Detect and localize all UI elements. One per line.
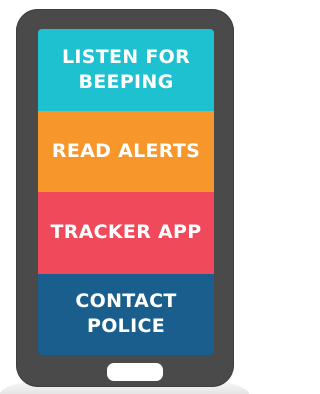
tile-tracker-app[interactable]: TRACKER APP (38, 192, 214, 274)
phone-illustration: LISTEN FOR BEEPING READ ALERTS TRACKER A… (0, 0, 249, 394)
tile-label: CONTACT POLICE (75, 290, 177, 338)
tile-read-alerts[interactable]: READ ALERTS (38, 110, 214, 192)
phone-screen: LISTEN FOR BEEPING READ ALERTS TRACKER A… (38, 29, 214, 355)
tile-listen-for-beeping[interactable]: LISTEN FOR BEEPING (38, 29, 214, 111)
tile-label: TRACKER APP (50, 221, 202, 244)
tile-label: READ ALERTS (51, 139, 201, 162)
tile-contact-police[interactable]: CONTACT POLICE (38, 273, 214, 355)
tile-label: LISTEN FOR BEEPING (61, 45, 191, 93)
home-button[interactable] (107, 363, 163, 381)
